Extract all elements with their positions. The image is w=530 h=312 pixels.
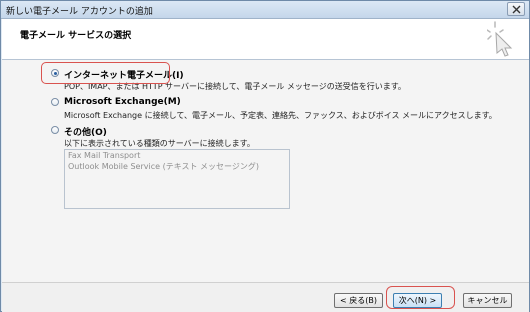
option-label[interactable]: その他(O) (64, 125, 107, 138)
back-button[interactable]: < 戻る(B) (334, 293, 383, 308)
close-icon (512, 5, 521, 14)
sparkle-cursor-icon (487, 21, 513, 57)
option-description: 以下に表示されている種類のサーバーに接続します。 (64, 139, 255, 148)
wizard-header: 電子メール サービスの選択 (2, 19, 529, 60)
radio-microsoft-exchange[interactable] (51, 98, 59, 106)
list-item[interactable]: Fax Mail Transport (68, 151, 140, 160)
close-button[interactable] (507, 2, 525, 16)
radio-other[interactable] (51, 126, 59, 134)
cancel-button[interactable]: キャンセル (463, 293, 512, 308)
add-email-account-dialog: 新しい電子メール アカウントの追加 電子メール サービスの選択 インターネット電… (0, 0, 530, 312)
option-label[interactable]: Microsoft Exchange(M) (64, 97, 181, 107)
list-item[interactable]: Outlook Mobile Service (テキスト メッセージング) (68, 161, 259, 172)
title-bar: 新しい電子メール アカウントの追加 (1, 1, 529, 19)
page-title: 電子メール サービスの選択 (20, 31, 132, 41)
window-title: 新しい電子メール アカウントの追加 (6, 7, 153, 17)
option-description: Microsoft Exchange に接続して、電子メール、予定表、連絡先、フ… (64, 111, 497, 120)
highlight-annotation (41, 62, 170, 84)
server-type-list[interactable]: Fax Mail Transport Outlook Mobile Servic… (64, 149, 290, 209)
highlight-annotation (386, 286, 455, 309)
